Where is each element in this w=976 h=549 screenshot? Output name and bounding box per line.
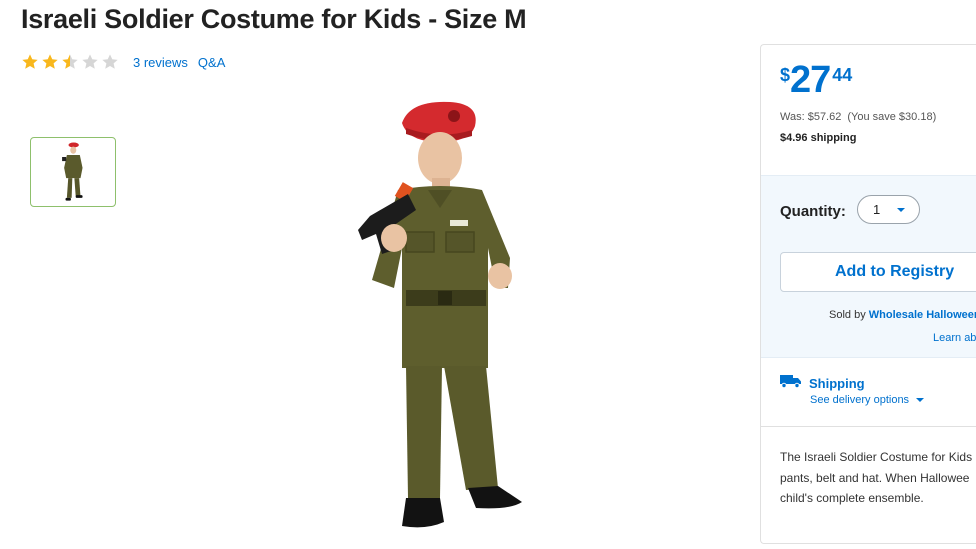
truck-icon — [780, 375, 801, 388]
purchase-box: Quantity: 1 Add to Registry Sold by Whol… — [761, 175, 976, 358]
current-price: $ 27 44 — [780, 61, 852, 99]
rating-row: 3 reviews Q&A — [21, 52, 235, 72]
purchase-panel: $ 27 44 Was: $57.62 (You save $30.18) $4.… — [760, 44, 976, 544]
delivery-options-link[interactable]: See delivery options — [810, 394, 925, 406]
star-empty-icon — [82, 54, 98, 69]
star-icon — [22, 54, 38, 69]
divider — [761, 426, 976, 427]
star-rating — [21, 53, 119, 71]
star-half-icon — [62, 54, 78, 69]
description-line: child's complete ensemble. — [780, 491, 924, 505]
product-thumbnail[interactable] — [30, 137, 116, 207]
delivery-options-text: See delivery options — [810, 394, 910, 406]
product-title: Israeli Soldier Costume for Kids - Size … — [21, 4, 527, 34]
was-price-text: Was: $57.62 — [780, 111, 842, 123]
sold-by-prefix: Sold by — [829, 309, 866, 321]
shipping-cost: $4.96 shipping — [780, 132, 857, 144]
description-line: pants, belt and hat. When Hallowee — [780, 470, 970, 485]
seller-link[interactable]: Wholesale Halloween — [869, 309, 976, 321]
add-to-registry-button[interactable]: Add to Registry — [780, 252, 976, 292]
product-image — [358, 101, 522, 528]
sold-by: Sold by Wholesale Halloween — [829, 309, 976, 321]
was-price: Was: $57.62 (You save $30.18) — [780, 111, 936, 123]
reviews-link[interactable]: 3 reviews — [133, 55, 188, 70]
quantity-value: 1 — [873, 202, 881, 217]
caret-down-icon — [916, 398, 925, 402]
qa-link[interactable]: Q&A — [198, 55, 225, 70]
product-description: The Israeli Soldier Costume for Kids pan… — [780, 447, 976, 509]
savings-text: (You save $30.18) — [847, 111, 937, 123]
star-icon — [42, 54, 58, 69]
price-cents: 44 — [832, 65, 853, 85]
shipping-label[interactable]: Shipping — [809, 376, 865, 391]
price-dollars: 27 — [790, 59, 831, 101]
quantity-label: Quantity: — [780, 203, 846, 220]
caret-down-icon — [897, 208, 905, 212]
quantity-select[interactable]: 1 — [857, 195, 920, 224]
star-empty-icon — [102, 54, 118, 69]
learn-more-link[interactable]: Learn abo — [933, 332, 976, 344]
description-line: The Israeli Soldier Costume for Kids — [780, 450, 973, 464]
thumbnail-image — [62, 142, 83, 201]
price-currency: $ — [780, 65, 791, 85]
